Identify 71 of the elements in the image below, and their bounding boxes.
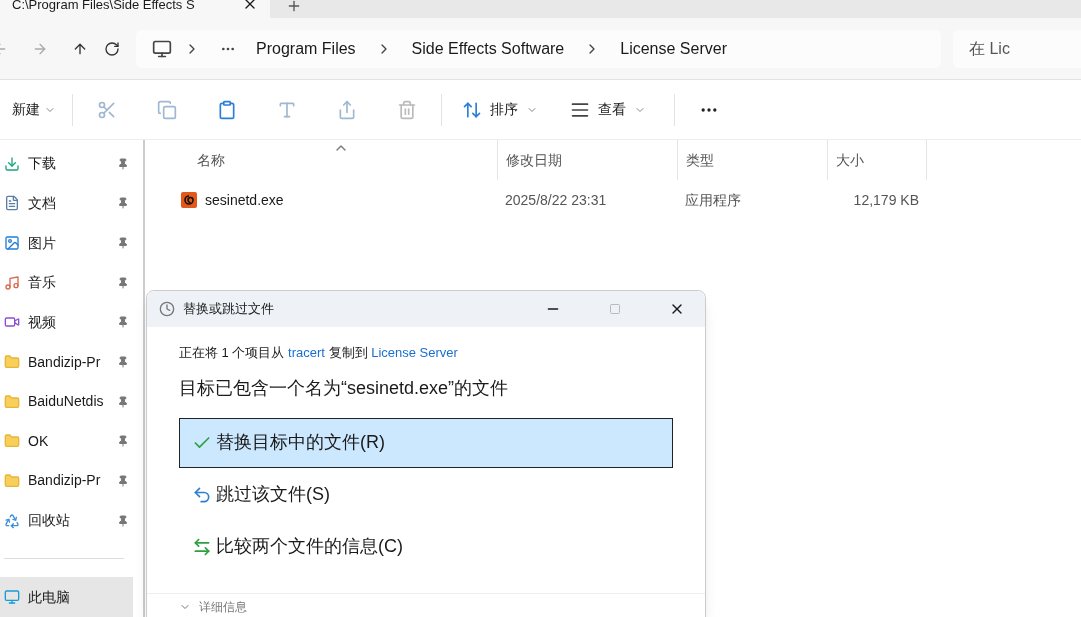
sidebar-label: BaiduNetdis <box>28 392 105 412</box>
document-icon <box>4 195 20 212</box>
sidebar-item[interactable]: 视频 <box>0 302 133 343</box>
source-link[interactable]: tracert <box>288 345 325 360</box>
sidebar-item[interactable]: 下载 <box>0 144 133 184</box>
clock-icon <box>159 301 175 317</box>
computer-icon <box>152 38 172 59</box>
new-tab-icon[interactable] <box>286 0 302 14</box>
sidebar-label: 文档 <box>28 193 57 213</box>
dialog-heading: 目标已包含一个名为“sesinetd.exe”的文件 <box>179 376 510 400</box>
column-header[interactable]: 名称 <box>157 149 497 171</box>
sidebar-label: Bandizip-Pr <box>28 471 102 491</box>
details-toggle[interactable]: 详细信息 <box>199 597 247 616</box>
sidebar-item[interactable]: 图片 <box>0 223 133 263</box>
sidebar-item[interactable]: OK <box>0 421 133 462</box>
folder-icon <box>4 472 20 489</box>
sort-button[interactable]: 排序 <box>450 99 550 120</box>
picture-icon <box>4 235 20 252</box>
music-icon <box>4 274 20 291</box>
sidebar-label: 视频 <box>28 312 57 332</box>
sidebar-label: Bandizip-Pr <box>28 352 102 372</box>
sidebar-item[interactable]: 此电脑 <box>0 577 133 617</box>
sidebar-label: 下载 <box>28 154 57 174</box>
sidebar-item[interactable]: Bandizip-Pr <box>0 461 133 501</box>
sidebar-item[interactable]: 文档 <box>0 183 133 224</box>
column-header[interactable]: 大小 <box>827 140 927 180</box>
destination-link[interactable]: License Server <box>371 345 458 360</box>
paste-icon[interactable] <box>217 99 237 120</box>
address-bar[interactable]: Program Files Side Effects Software License Server <box>136 29 941 68</box>
sidebar-item[interactable]: Bandizip-Pr <box>0 342 133 382</box>
sidebar-item[interactable]: 音乐 <box>0 262 133 303</box>
sidebar-item[interactable]: 回收站 <box>0 500 133 541</box>
sidebar-label: 音乐 <box>28 273 57 293</box>
table-cell-text: 12,179 KB <box>852 190 920 210</box>
dialog-title: 替换或跳过文件 <box>183 300 275 319</box>
column-header[interactable]: 类型 <box>677 140 827 180</box>
compare-icon <box>192 536 212 557</box>
option-button[interactable]: 跳过该文件(S) <box>179 469 673 520</box>
option-button[interactable]: 替换目标中的文件(R) <box>179 417 673 468</box>
breadcrumb-item[interactable]: Program Files <box>256 36 356 61</box>
view-button[interactable]: 查看 <box>550 99 666 120</box>
copy-icon[interactable] <box>157 99 177 120</box>
refresh-icon[interactable] <box>104 40 120 57</box>
file-name[interactable]: sesinetd.exe <box>205 189 284 211</box>
download-icon <box>4 155 20 172</box>
sidebar-item[interactable]: BaiduNetdis <box>0 381 133 422</box>
sidebar-label: 回收站 <box>28 511 71 531</box>
delete-icon[interactable] <box>397 99 417 120</box>
breadcrumb-item[interactable]: License Server <box>620 36 727 61</box>
folder-icon <box>4 433 20 450</box>
sidebar-label: 图片 <box>28 233 57 253</box>
column-header[interactable]: 修改日期 <box>497 140 677 180</box>
folder-icon <box>4 354 20 370</box>
cut-icon[interactable] <box>97 99 117 120</box>
table-cell-text: 2025/8/22 23:31 <box>504 190 608 210</box>
share-icon[interactable] <box>337 99 357 120</box>
recycle-bin-icon <box>4 512 20 529</box>
table-cell-text: 应用程序 <box>684 190 742 210</box>
folder-icon <box>4 393 20 410</box>
computer-icon <box>4 589 20 606</box>
sidebar-label: OK <box>28 431 50 451</box>
window-tab[interactable]: C:\Program Files\Side Effects S <box>0 0 270 18</box>
tab-title: C:\Program Files\Side Effects S <box>12 0 195 11</box>
app-icon <box>181 192 197 208</box>
option-button[interactable]: 比较两个文件的信息(C) <box>179 521 673 572</box>
breadcrumb-item[interactable]: Side Effects Software <box>411 36 565 61</box>
copy-status: 正在将 1 个项目从 tracert 复制到 License Server <box>179 344 459 362</box>
sidebar-label: 此电脑 <box>28 587 71 607</box>
undo-icon <box>192 484 212 505</box>
new-button[interactable]: 新建 <box>0 99 64 120</box>
search-field[interactable]: 在 Lic <box>953 29 1081 68</box>
